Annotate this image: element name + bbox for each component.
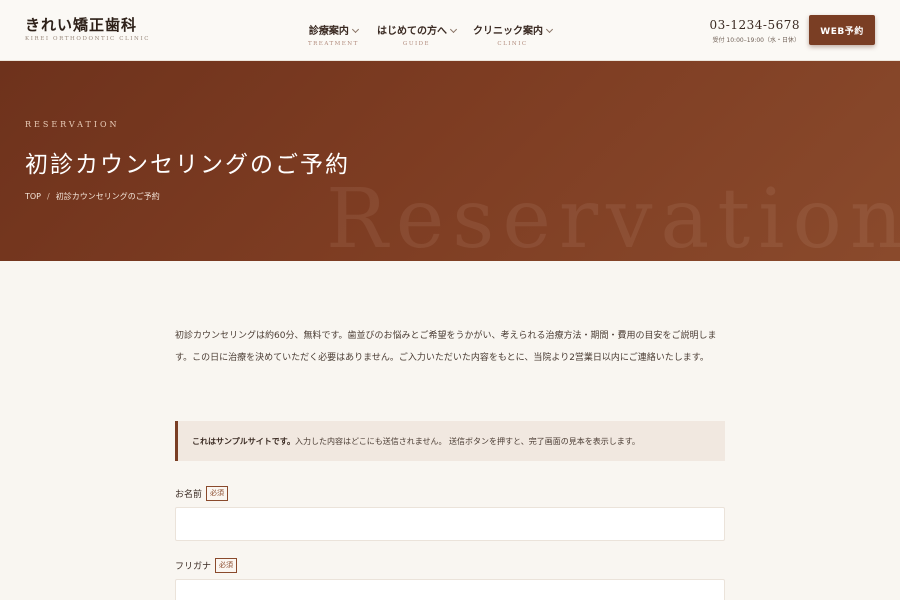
required-badge: 必須 <box>206 486 229 501</box>
sample-site-notice: これはサンプルサイトです。 入力した内容はどこにも送信されません。 送信ボタンを押… <box>175 421 725 461</box>
nav-item-guide[interactable]: はじめての方へ GUIDE <box>377 19 458 47</box>
breadcrumb-current: 初診カウンセリングのご予約 <box>55 192 160 201</box>
notice-strong-text: これはサンプルサイトです。 <box>192 436 295 446</box>
page-hero: Reservation RESERVATION 初診カウンセリングのご予約 TO… <box>0 61 900 261</box>
name-input[interactable] <box>175 507 725 541</box>
name-field-label: お名前 必須 <box>175 486 229 501</box>
site-header: きれい矯正歯科 KIREI ORTHODONTIC CLINIC 診療案内 TR… <box>0 0 900 61</box>
nav-label: はじめての方へ <box>377 26 447 37</box>
field-label-text: お名前 <box>175 490 203 500</box>
hero-eyebrow: RESERVATION <box>25 120 120 129</box>
field-label-text: フリガナ <box>175 562 212 572</box>
phone-contact[interactable]: 03-1234-5678 受付 10:00–19:00（水・日休） <box>710 18 800 44</box>
nav-sublabel: CLINIC <box>497 41 528 47</box>
nav-label: 診療案内 <box>308 26 349 37</box>
furigana-field-label: フリガナ 必須 <box>175 558 238 573</box>
chevron-down-icon <box>545 25 554 34</box>
intro-text: 初診カウンセリングは約60分、無料です。歯並びのお悩みとご希望をうかがい、考えら… <box>175 331 717 363</box>
breadcrumb-home-link[interactable]: TOP <box>25 192 41 201</box>
chevron-down-icon <box>449 25 458 34</box>
nav-sublabel: TREATMENT <box>308 41 359 47</box>
required-badge: 必須 <box>215 558 238 573</box>
nav-label: クリニック案内 <box>473 26 543 37</box>
chevron-down-icon <box>351 25 359 34</box>
breadcrumb: TOP / 初診カウンセリングのご予約 <box>25 191 160 202</box>
nav-sublabel: GUIDE <box>402 41 431 47</box>
nav-item-treatment[interactable]: 診療案内 TREATMENT <box>308 19 359 47</box>
nav-item-clinic[interactable]: クリニック案内 CLINIC <box>473 19 554 47</box>
notice-text: 入力した内容はどこにも送信されません。 送信ボタンを押すと、完了画面の見本を表示… <box>294 436 640 446</box>
reception-hours: 受付 10:00–19:00（水・日休） <box>712 37 801 44</box>
web-reservation-button[interactable]: WEB予約 <box>809 15 875 45</box>
page-title: 初診カウンセリングのご予約 <box>25 152 350 178</box>
hero-watermark: Reservation <box>326 172 900 261</box>
furigana-input[interactable] <box>175 579 725 600</box>
phone-number[interactable]: 03-1234-5678 <box>710 18 800 32</box>
breadcrumb-separator: / <box>47 192 50 201</box>
